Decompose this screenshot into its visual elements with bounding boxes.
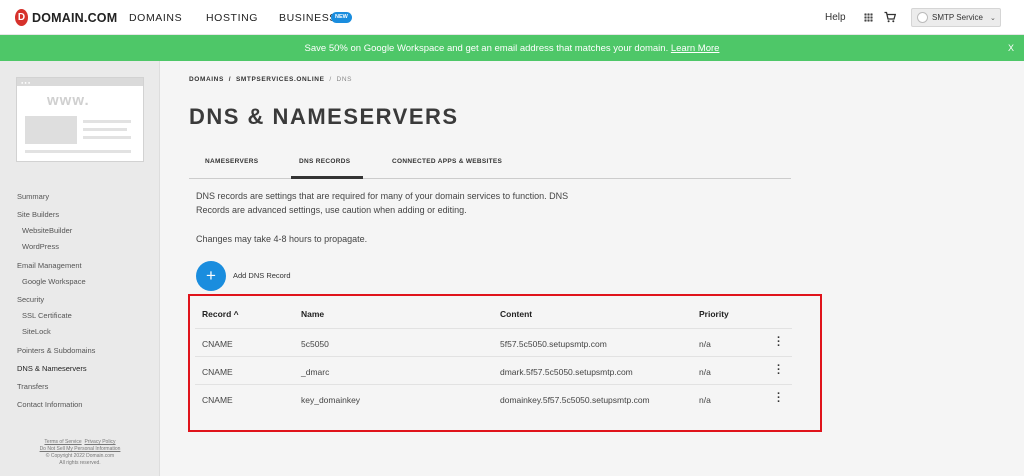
- thumbnail-image-block: [25, 116, 77, 144]
- chevron-down-icon: ⌄: [989, 14, 996, 22]
- terms-of-service-link[interactable]: Terms of Service: [44, 439, 81, 445]
- account-menu-button[interactable]: SMTP Service ⌄: [911, 8, 1001, 27]
- cell-name: 5c5050: [301, 339, 329, 349]
- record-header-label: Record: [202, 309, 232, 319]
- sidebar-footer: Terms of Service Privacy Policy Do Not S…: [0, 439, 160, 467]
- description-line-1: DNS records are settings that are requir…: [196, 191, 569, 201]
- column-header-content: Content: [500, 309, 533, 319]
- sidebar-item-dns-nameservers[interactable]: DNS & Nameservers: [17, 364, 87, 373]
- banner-text: Save 50% on Google Workspace and get an …: [304, 43, 669, 54]
- page-title: DNS & NAMESERVERS: [189, 104, 459, 129]
- cell-priority: n/a: [699, 367, 711, 377]
- logo-mark: D: [15, 9, 28, 26]
- cell-priority: n/a: [699, 395, 711, 405]
- thumbnail-line: [83, 128, 127, 131]
- cell-record: CNAME: [202, 339, 233, 349]
- more-options-icon[interactable]: · · ·: [777, 333, 781, 352]
- nav-business[interactable]: BUSINESS: [279, 12, 337, 24]
- cell-name: _dmarc: [301, 367, 330, 377]
- cell-name: key_domainkey: [301, 395, 361, 405]
- avatar: [917, 12, 928, 23]
- sidebar: ●●● www. Summary Site Builders WebsiteBu…: [0, 61, 160, 476]
- table-row: CNAME key_domainkey domainkey.5f57.5c505…: [195, 384, 792, 412]
- cell-content: 5f57.5c5050.setupsmtp.com: [500, 339, 607, 349]
- thumbnail-line: [83, 120, 131, 123]
- tab-nameservers[interactable]: NAMESERVERS: [205, 158, 258, 165]
- cell-record: CNAME: [202, 367, 233, 377]
- more-options-icon[interactable]: · · ·: [777, 361, 781, 380]
- table-row: CNAME 5c5050 5f57.5c5050.setupsmtp.com n…: [195, 328, 792, 356]
- sidebar-item-google-workspace[interactable]: Google Workspace: [22, 277, 86, 286]
- sidebar-item-wordpress[interactable]: WordPress: [22, 242, 59, 251]
- thumbnail-line: [83, 136, 131, 139]
- promo-banner: Save 50% on Google Workspace and get an …: [0, 35, 1024, 61]
- account-name: SMTP Service: [932, 13, 983, 22]
- cell-record: CNAME: [202, 395, 233, 405]
- nav-hosting[interactable]: HOSTING: [206, 12, 258, 24]
- site-preview-thumbnail[interactable]: ●●● www.: [16, 77, 144, 162]
- cell-content: domainkey.5f57.5c5050.setupsmtp.com: [500, 395, 650, 405]
- sidebar-item-pointers-subdomains[interactable]: Pointers & Subdomains: [17, 346, 95, 355]
- breadcrumb-current: DNS: [336, 76, 353, 83]
- sidebar-item-transfers[interactable]: Transfers: [17, 382, 48, 391]
- apps-grid-icon[interactable]: [864, 13, 873, 22]
- copyright-text: © Copyright 2022 Domain.com: [45, 453, 115, 459]
- domain-com-logo[interactable]: D DOMAIN.COM: [15, 9, 117, 26]
- cell-content: dmark.5f57.5c5050.setupsmtp.com: [500, 367, 633, 377]
- top-navigation: D DOMAIN.COM DOMAINS HOSTING BUSINESS NE…: [0, 0, 1024, 35]
- sidebar-item-summary[interactable]: Summary: [17, 192, 49, 201]
- tab-dns-records[interactable]: DNS RECORDS: [299, 158, 350, 165]
- learn-more-link[interactable]: Learn More: [671, 43, 720, 54]
- description-line-2: Records are advanced settings, use cauti…: [196, 205, 467, 215]
- sidebar-item-contact-information[interactable]: Contact Information: [17, 400, 82, 409]
- sort-ascending-icon: ^: [233, 309, 239, 319]
- banner-message: Save 50% on Google Workspace and get an …: [0, 43, 1024, 54]
- thumbnail-browser-bar: ●●●: [17, 78, 143, 86]
- column-header-name: Name: [301, 309, 325, 319]
- cart-icon[interactable]: [884, 11, 896, 23]
- sidebar-item-sitelock[interactable]: SiteLock: [22, 327, 51, 336]
- breadcrumb: DOMAINS / SMTPSERVICES.ONLINE / DNS: [189, 76, 352, 83]
- nav-domains[interactable]: DOMAINS: [129, 12, 182, 24]
- more-options-icon[interactable]: · · ·: [777, 389, 781, 408]
- do-not-sell-link[interactable]: Do Not Sell My Personal Information: [40, 446, 121, 452]
- close-banner-button[interactable]: X: [1008, 43, 1014, 53]
- column-header-record[interactable]: Record ^: [202, 309, 239, 319]
- thumbnail-www-text: www.: [47, 92, 90, 109]
- tab-bar: NAMESERVERS DNS RECORDS CONNECTED APPS &…: [189, 151, 791, 179]
- add-dns-record-label[interactable]: Add DNS Record: [233, 271, 291, 280]
- propagation-note: Changes may take 4-8 hours to propagate.: [196, 234, 368, 244]
- help-link[interactable]: Help: [825, 12, 846, 23]
- table-row: CNAME _dmarc dmark.5f57.5c5050.setupsmtp…: [195, 356, 792, 384]
- sidebar-item-email-management[interactable]: Email Management: [17, 261, 82, 270]
- add-dns-record-button[interactable]: +: [196, 261, 226, 291]
- sidebar-item-security[interactable]: Security: [17, 295, 44, 304]
- tab-connected-apps[interactable]: CONNECTED APPS & WEBSITES: [392, 158, 502, 165]
- thumbnail-line: [25, 150, 131, 153]
- active-tab-indicator: [291, 176, 363, 179]
- breadcrumb-separator: /: [329, 76, 332, 83]
- column-header-priority: Priority: [699, 309, 729, 319]
- breadcrumb-separator: /: [228, 76, 232, 83]
- sidebar-item-site-builders[interactable]: Site Builders: [17, 210, 59, 219]
- logo-text: DOMAIN.COM: [32, 10, 118, 25]
- cell-priority: n/a: [699, 339, 711, 349]
- sidebar-item-ssl-certificate[interactable]: SSL Certificate: [22, 311, 72, 320]
- breadcrumb-domains[interactable]: DOMAINS: [189, 76, 224, 83]
- breadcrumb-domain[interactable]: SMTPSERVICES.ONLINE: [236, 76, 325, 83]
- sidebar-item-websitebuilder[interactable]: WebsiteBuilder: [22, 226, 72, 235]
- rights-text: All rights reserved.: [59, 460, 101, 466]
- new-badge: NEW: [331, 12, 352, 23]
- privacy-policy-link[interactable]: Privacy Policy: [84, 439, 115, 445]
